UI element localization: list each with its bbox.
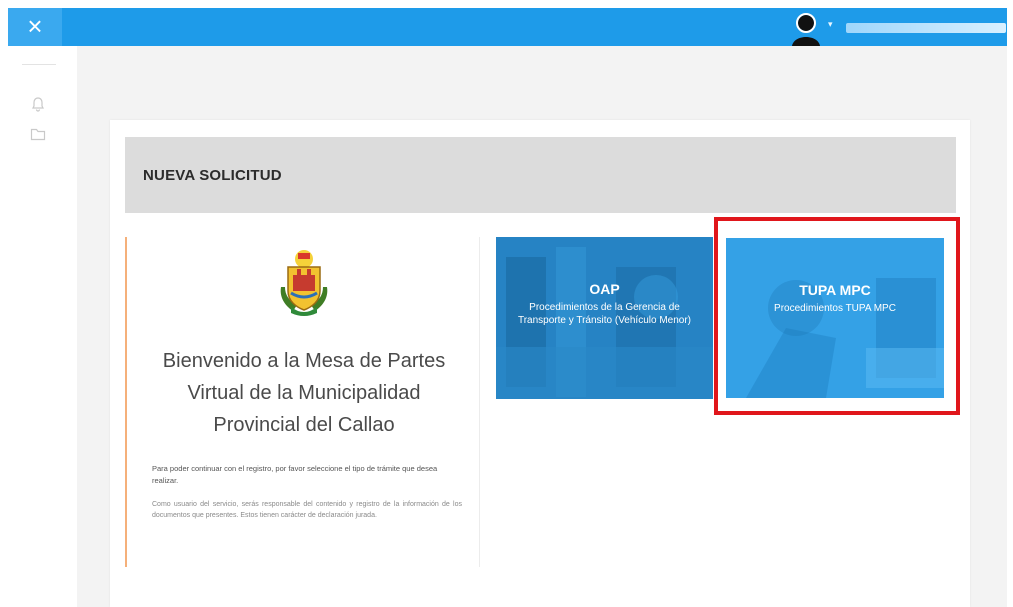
municipality-logo xyxy=(277,247,331,317)
user-menu[interactable]: ▾ xyxy=(788,10,1006,46)
top-navbar: × ▾ xyxy=(8,8,1007,46)
tupa-tile-background xyxy=(726,238,944,398)
panel-divider xyxy=(479,237,480,567)
page-title: NUEVA SOLICITUD xyxy=(143,167,282,184)
user-avatar-icon[interactable] xyxy=(788,10,824,46)
sidebar-divider xyxy=(22,64,56,65)
tupa-tile-title: TUPA MPC xyxy=(799,282,871,298)
instruction-text: Para poder continuar con el registro, po… xyxy=(152,464,438,485)
chevron-down-icon[interactable]: ▾ xyxy=(828,19,833,30)
bell-icon[interactable] xyxy=(30,96,46,112)
tupa-mpc-procedure-tile[interactable]: TUPA MPC Procedimientos TUPA MPC xyxy=(726,238,944,398)
welcome-panel: Bienvenido a la Mesa de Partes Virtual d… xyxy=(125,237,480,567)
card-header: NUEVA SOLICITUD xyxy=(125,137,956,213)
tupa-tile-subtitle: Procedimientos TUPA MPC xyxy=(774,303,896,314)
disclaimer-text: Como usuario del servicio, serás respons… xyxy=(152,501,462,519)
new-request-card: NUEVA SOLICITUD Bienvenido a la Mesa de … xyxy=(110,120,970,607)
close-icon[interactable]: × xyxy=(8,8,62,46)
oap-procedure-tile[interactable]: OAP Procedimientos de la Gerencia de Tra… xyxy=(496,237,713,399)
sidebar xyxy=(8,46,68,607)
oap-tile-title: OAP xyxy=(589,281,620,297)
welcome-title: Bienvenido a la Mesa de Partes Virtual d… xyxy=(162,350,446,436)
username-label[interactable] xyxy=(846,23,1006,33)
oap-tile-subtitle: Procedimientos de la Gerencia de Transpo… xyxy=(517,302,692,326)
folder-icon[interactable] xyxy=(30,126,46,142)
